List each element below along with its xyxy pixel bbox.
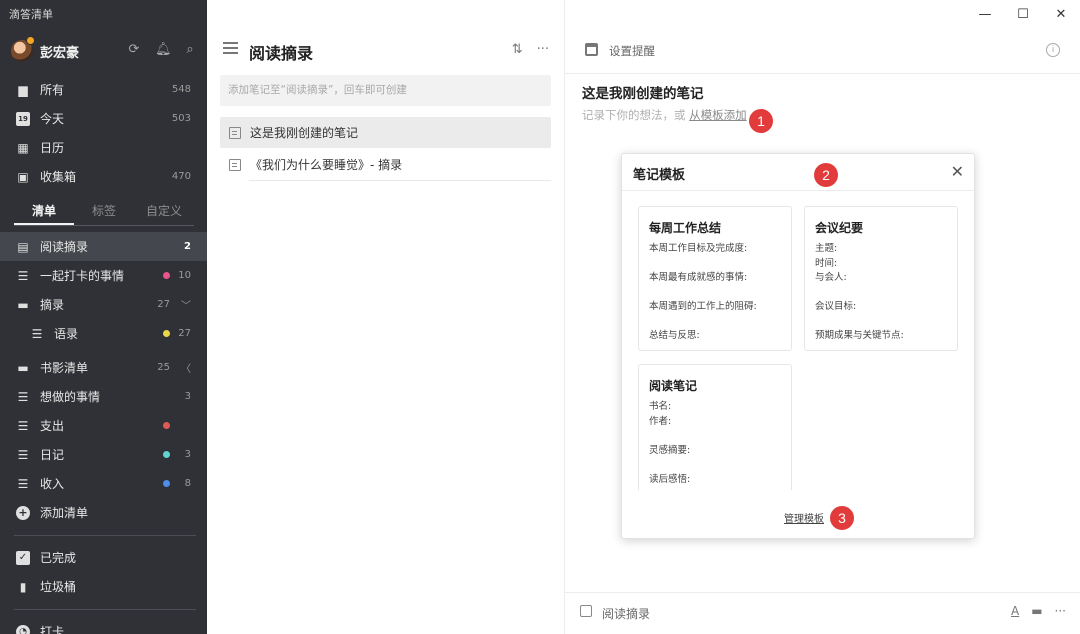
clock-icon: ◔: [16, 624, 30, 634]
note-icon: [229, 158, 241, 171]
add-from-template-link[interactable]: 从模板添加: [689, 108, 747, 122]
sidebar-item-books-movies-folder[interactable]: ▬ 书影清单 25 〈: [0, 353, 207, 382]
info-icon[interactable]: i: [1046, 43, 1060, 57]
sync-icon[interactable]: ⟳: [127, 42, 141, 57]
menu-icon[interactable]: [223, 42, 238, 54]
folder-icon: ▬: [17, 360, 29, 375]
note-item[interactable]: 这是我刚创建的笔记: [220, 117, 551, 148]
list-lines-icon: ☰: [17, 476, 29, 491]
template-card-weekly-report[interactable]: 每周工作总结 本周工作目标及完成度: 本周最有成就感的事情: 本周遇到的工作上的…: [638, 206, 792, 351]
collection-box-icon: ▣: [17, 169, 29, 184]
list-header: 阅读摘录 ⇅ ···: [207, 36, 565, 66]
sidebar-item-excerpts-folder[interactable]: ▬ 摘录 27 ﹀: [0, 290, 207, 319]
comment-icon[interactable]: ▬: [1031, 604, 1042, 618]
sidebar-item-today[interactable]: 19 今天 503: [0, 104, 207, 133]
modal-divider: [622, 190, 974, 191]
sidebar: 滴答清单 彭宏豪 ⟳ 🔔︎ ⌕ ▆ 所有 548 19 今天 503 ▦ 日历 …: [0, 0, 207, 634]
checkbox-checked-icon: ✓: [16, 550, 30, 565]
note-list-pane: 阅读摘录 ⇅ ··· 添加笔记至“阅读摘录”，回车即可创建 这是我刚创建的笔记 …: [207, 0, 565, 634]
window-controls: — ☐ ✕: [966, 0, 1080, 28]
modal-title: 笔记模板: [633, 168, 686, 183]
set-reminder-button[interactable]: 设置提醒: [609, 43, 655, 59]
sidebar-item-completed[interactable]: ✓ 已完成: [0, 543, 207, 572]
list-title: 阅读摘录: [249, 44, 314, 63]
close-icon[interactable]: ✕: [1042, 0, 1080, 28]
note-item[interactable]: 《我们为什么要睡觉》- 摘录: [220, 149, 551, 180]
sidebar-item-reading[interactable]: ▤ 阅读摘录 2: [0, 232, 207, 261]
sidebar-item-trash[interactable]: ▮ 垃圾桶: [0, 572, 207, 601]
sidebar-item-income[interactable]: ☰ 收入 8: [0, 469, 207, 498]
detail-header: 设置提醒 i: [565, 36, 1080, 66]
step-badge-1: 1: [749, 109, 773, 133]
sidebar-item-diary[interactable]: ☰ 日记 3: [0, 440, 207, 469]
tab-tags[interactable]: 标签: [74, 200, 134, 225]
folder-icon: ▬: [17, 297, 29, 312]
detail-footer: 阅读摘录 A ▬ ···: [565, 602, 1080, 624]
note-list-icon: ▤: [17, 239, 29, 254]
color-dot: [163, 330, 170, 337]
more-icon[interactable]: ···: [537, 42, 549, 57]
move-list-icon[interactable]: [580, 605, 592, 617]
sidebar-item-calendar[interactable]: ▦ 日历: [0, 133, 207, 162]
sidebar-item-all[interactable]: ▆ 所有 548: [0, 75, 207, 104]
add-list-button[interactable]: + 添加清单: [0, 498, 207, 527]
color-dot: [163, 451, 170, 458]
note-body-hint[interactable]: 记录下你的想法，或 从模板添加: [582, 107, 747, 123]
sort-icon[interactable]: ⇅: [512, 42, 523, 57]
color-dot: [163, 422, 170, 429]
sidebar-item-checkin[interactable]: ◔ 打卡: [0, 617, 207, 634]
text-format-icon[interactable]: A: [1011, 604, 1019, 618]
calendar-icon[interactable]: [585, 43, 598, 56]
user-row: 彭宏豪 ⟳ 🔔︎ ⌕: [0, 36, 207, 64]
trash-icon: ▮: [19, 579, 27, 594]
color-dot: [163, 480, 170, 487]
list-lines-icon: ☰: [17, 268, 29, 283]
sidebar-item-checkin-together[interactable]: ☰ 一起打卡的事情 10: [0, 261, 207, 290]
minimize-icon[interactable]: —: [966, 0, 1004, 28]
note-divider: [249, 180, 551, 181]
header-divider: [565, 73, 1080, 74]
template-card-reading-notes[interactable]: 阅读笔记 书名: 作者: 灵感摘要: 读后感悟:: [638, 364, 792, 490]
sidebar-tabs: 清单 标签 自定义: [14, 200, 194, 226]
sidebar-item-inbox[interactable]: ▣ 收集箱 470: [0, 162, 207, 191]
step-badge-3: 3: [830, 506, 854, 530]
current-list-name[interactable]: 阅读摘录: [602, 605, 650, 622]
add-note-input[interactable]: 添加笔记至“阅读摘录”，回车即可创建: [220, 75, 551, 106]
inbox-tray-icon: ▆: [18, 82, 28, 97]
footer-divider: [565, 592, 1080, 593]
note-icon: [229, 126, 241, 139]
calendar-19-icon: 19: [16, 111, 30, 126]
sidebar-item-quotes[interactable]: ☰ 语录 27: [0, 319, 207, 348]
sidebar-divider: [14, 535, 196, 536]
maximize-icon[interactable]: ☐: [1004, 0, 1042, 28]
list-lines-icon: ☰: [17, 447, 29, 462]
template-modal: 笔记模板 2 ✕ 每周工作总结 本周工作目标及完成度: 本周最有成就感的事情: …: [621, 153, 975, 539]
close-icon[interactable]: ✕: [951, 162, 964, 181]
calendar-grid-icon: ▦: [17, 140, 29, 155]
note-title[interactable]: 这是我刚创建的笔记: [582, 82, 704, 102]
premium-badge-icon: [26, 36, 35, 45]
step-badge-2: 2: [814, 163, 838, 187]
note-detail-pane: — ☐ ✕ 设置提醒 i 这是我刚创建的笔记 记录下你的想法，或 从模板添加 1…: [565, 0, 1080, 634]
username[interactable]: 彭宏豪: [40, 42, 79, 61]
tab-custom[interactable]: 自定义: [134, 200, 194, 225]
bell-icon[interactable]: 🔔︎: [155, 42, 172, 57]
list-lines-icon: ☰: [17, 389, 29, 404]
sidebar-item-expenses[interactable]: ☰ 支出: [0, 411, 207, 440]
color-dot: [163, 272, 170, 279]
sidebar-divider: [14, 609, 196, 610]
more-icon[interactable]: ···: [1055, 604, 1066, 618]
sidebar-item-want-to-do[interactable]: ☰ 想做的事情 3: [0, 382, 207, 411]
search-icon[interactable]: ⌕: [183, 42, 197, 57]
template-card-meeting-minutes[interactable]: 会议纪要 主题: 时间: 与会人: 会议目标: 预期成果与关键节点:: [804, 206, 958, 351]
chevron-down-icon[interactable]: ﹀: [181, 297, 191, 312]
chevron-left-icon[interactable]: 〈: [181, 360, 191, 375]
list-lines-icon: ☰: [31, 326, 43, 341]
list-lines-icon: ☰: [17, 418, 29, 433]
tab-lists[interactable]: 清单: [14, 200, 74, 225]
app-title: 滴答清单: [9, 8, 53, 21]
manage-templates-link[interactable]: 管理模板: [784, 510, 824, 525]
plus-circle-icon: +: [16, 505, 30, 520]
